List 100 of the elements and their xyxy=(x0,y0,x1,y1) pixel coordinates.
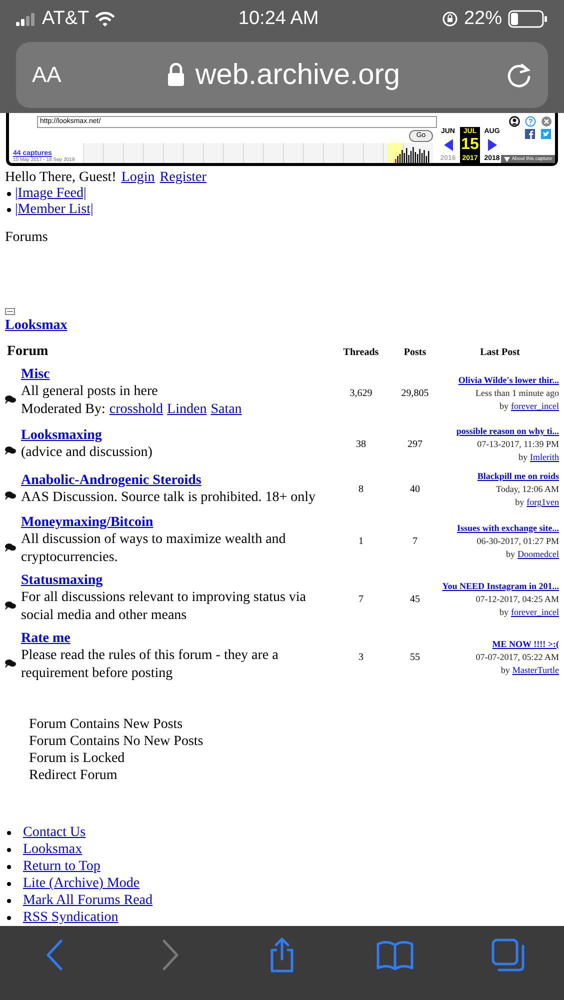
wifi-icon xyxy=(95,12,116,26)
speech-bubbles-icon xyxy=(5,542,16,552)
bullet-icon xyxy=(7,848,11,852)
by-label: by xyxy=(515,497,524,508)
threads-count: 3,629 xyxy=(348,386,374,401)
category-link[interactable]: Looksmax xyxy=(5,318,68,334)
forum-title-link[interactable]: Misc xyxy=(21,367,50,382)
threads-count: 7 xyxy=(358,592,364,607)
legend-text: Forum Contains New Posts xyxy=(29,716,184,734)
nav-link[interactable]: |Image Feed| xyxy=(15,186,86,202)
bullet-icon xyxy=(7,916,11,920)
posts-count: 29,805 xyxy=(400,386,430,401)
last-post-user-link[interactable]: forg1ven xyxy=(526,497,559,508)
forum-description: Please read the rules of this forum - they are a requirement before posting xyxy=(21,647,280,684)
moderator-link[interactable]: crosshold xyxy=(109,401,164,420)
last-post-time: 07-07-2017, 05:22 AM xyxy=(476,652,559,662)
clock-time: 10:24 AM xyxy=(238,8,319,30)
twitter-icon[interactable] xyxy=(541,129,551,140)
by-label: by xyxy=(500,664,510,675)
bullet-icon xyxy=(7,830,11,835)
last-post-link[interactable]: possible reason on why ti... xyxy=(456,426,559,436)
last-post-link[interactable]: ME NOW !!!! >:( xyxy=(492,638,559,649)
column-header: Forum xyxy=(6,343,50,362)
last-post-link[interactable]: You NEED Instagram in 201... xyxy=(442,580,559,591)
threads-count: 8 xyxy=(358,483,364,498)
footer-link[interactable]: Return to Top xyxy=(23,858,100,876)
column-header: Posts xyxy=(402,346,428,360)
nav-link[interactable]: |Member List| xyxy=(15,202,94,218)
last-post-user-link[interactable]: forever_incel xyxy=(511,400,559,411)
column-header: Threads xyxy=(342,346,380,360)
by-label: by xyxy=(500,606,509,617)
forum-description: For all discussions relevant to improving status via social media and other means xyxy=(21,589,308,626)
footer-link[interactable]: RSS Syndication xyxy=(23,909,118,926)
legend-text: Forum Contains No New Posts xyxy=(29,733,204,750)
register-link[interactable]: Register xyxy=(160,170,206,186)
posts-count: 7 xyxy=(412,534,418,549)
column-header: Last Post xyxy=(479,346,521,360)
text-size-button[interactable]: AA xyxy=(32,62,62,88)
bullet-icon xyxy=(7,882,11,886)
forum-description: AAS Discussion. Source talk is prohibited. 18+ only xyxy=(21,488,316,507)
reload-icon[interactable] xyxy=(506,61,532,89)
footer-link[interactable]: Lite (Archive) Mode xyxy=(23,875,140,892)
address-bar[interactable]: AA web.archive.org xyxy=(16,42,548,108)
help-icon[interactable] xyxy=(525,116,536,128)
forum-title-link[interactable]: Statusmaxing xyxy=(21,573,103,588)
collapse-icon[interactable] xyxy=(5,308,15,316)
facebook-icon[interactable] xyxy=(525,129,535,140)
bullet-icon xyxy=(7,192,11,196)
last-post-time: 07-13-2017, 11:39 PM xyxy=(477,439,559,450)
posts-count: 40 xyxy=(409,483,421,498)
login-link[interactable]: Login xyxy=(121,170,155,186)
posts-count: 55 xyxy=(409,650,421,665)
by-label: by xyxy=(518,452,528,462)
greeting-text: Hello There, Guest! xyxy=(5,170,116,186)
last-post-link[interactable]: Olivia Wilde's lower thir... xyxy=(458,374,559,385)
last-post-user-link[interactable]: MasterTurtle xyxy=(512,664,559,675)
moderators-label: Moderated By: xyxy=(21,401,106,420)
moderator-link[interactable]: Satan xyxy=(210,401,242,420)
legend-text: Forum is Locked xyxy=(29,750,126,768)
footer-link[interactable]: Looksmax xyxy=(23,841,82,858)
close-icon[interactable] xyxy=(541,116,552,128)
forum-title-link[interactable]: Moneymaxing/Bitcoin xyxy=(21,515,154,530)
moderator-link[interactable]: Linden xyxy=(167,401,207,420)
last-post-user-link[interactable]: Imlerith xyxy=(530,452,559,462)
last-post-time: 06-30-2017, 01:27 PM xyxy=(476,536,559,546)
user-icon[interactable] xyxy=(509,116,520,128)
bullet-icon xyxy=(7,898,11,903)
by-label: by xyxy=(500,400,509,411)
threads-count: 38 xyxy=(355,438,367,452)
legend-text: Redirect Forum xyxy=(29,767,118,784)
last-post-time: 07-12-2017, 04:25 AM xyxy=(476,594,559,604)
bullet-icon xyxy=(7,864,11,869)
last-post-time: Today, 12:06 AM xyxy=(496,484,559,494)
page-heading: Forums xyxy=(5,230,49,246)
caret-icon xyxy=(504,156,510,162)
url-text: web.archive.org xyxy=(195,58,400,92)
forum-title-link[interactable]: Looksmaxing xyxy=(21,428,102,443)
last-post-user-link[interactable]: Doomedcel xyxy=(518,548,559,559)
speech-bubbles-icon xyxy=(5,600,16,610)
lock-icon xyxy=(167,63,186,87)
threads-count: 3 xyxy=(358,650,364,665)
footer-link[interactable]: Mark All Forums Read xyxy=(23,892,152,910)
signal-icon xyxy=(16,12,36,26)
battery-percentage: 22% xyxy=(464,8,502,30)
forum-description: (advice and discussion) xyxy=(21,444,154,462)
speech-bubbles-icon xyxy=(5,491,16,500)
posts-count: 297 xyxy=(406,438,424,452)
speech-bubbles-icon xyxy=(5,658,16,668)
forum-description: All discussion of ways to maximize wealth and cryptocurrencies. xyxy=(21,531,287,568)
battery-icon xyxy=(508,10,548,28)
last-post-user-link[interactable]: forever_incel xyxy=(511,606,559,617)
speech-bubbles-icon xyxy=(5,446,16,456)
threads-count: 1 xyxy=(358,534,364,549)
footer-link[interactable]: Contact Us xyxy=(23,824,86,842)
last-post-link[interactable]: Issues with exchange site... xyxy=(456,522,559,533)
forum-title-link[interactable]: Rate me xyxy=(21,631,70,646)
by-label: by xyxy=(506,548,516,559)
last-post-link[interactable]: Blackpill me on roids xyxy=(477,471,559,482)
posts-count: 45 xyxy=(409,592,421,607)
forum-title-link[interactable]: Anabolic-Androgenic Steroids xyxy=(21,472,202,488)
